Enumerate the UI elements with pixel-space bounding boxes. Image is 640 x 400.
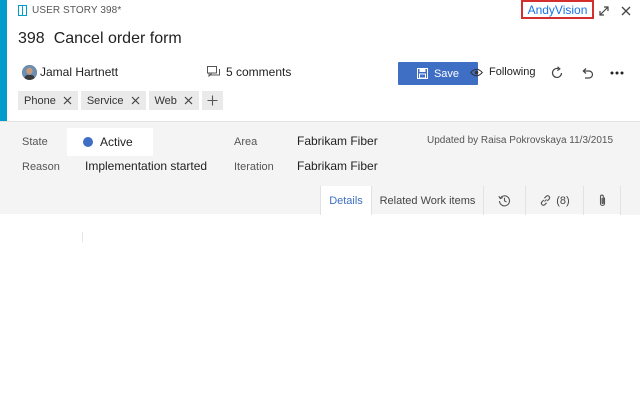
- expand-icon[interactable]: [597, 4, 611, 18]
- tag-label: Web: [154, 94, 177, 107]
- state-label: State: [22, 136, 48, 148]
- reason-value[interactable]: Implementation started: [85, 159, 207, 173]
- work-item-header: USER STORY 398* AndyVision 398 Cancel or…: [0, 0, 640, 121]
- tags-row: Phone Service Web: [18, 91, 223, 110]
- tag-phone[interactable]: Phone: [18, 91, 78, 110]
- tab-related-label: Related Work items: [379, 194, 476, 207]
- save-button-label: Save: [433, 67, 460, 80]
- link-icon: [541, 195, 551, 206]
- remove-tag-icon[interactable]: [184, 96, 194, 106]
- following-label: Following: [489, 66, 536, 78]
- work-item-type-label: USER STORY 398*: [32, 5, 122, 16]
- tag-label: Phone: [24, 94, 56, 107]
- state-color-dot: [83, 137, 93, 147]
- avatar[interactable]: [22, 65, 37, 80]
- tab-links[interactable]: (8): [525, 186, 583, 215]
- state-value: Active: [100, 135, 133, 149]
- iteration-label: Iteration: [234, 161, 274, 173]
- tabs-overflow-spacer: [620, 186, 640, 215]
- tag-label: Service: [86, 94, 124, 107]
- save-button[interactable]: Save: [398, 62, 478, 85]
- comments-count: 5 comments: [226, 65, 292, 79]
- text-cursor: [82, 232, 83, 242]
- remove-tag-icon[interactable]: [63, 96, 73, 106]
- tag-web[interactable]: Web: [148, 91, 199, 110]
- comments-link[interactable]: 5 comments: [207, 65, 291, 79]
- comments-icon: [207, 66, 220, 78]
- reason-label: Reason: [22, 161, 60, 173]
- work-item-fields: State Active Reason Implementation start…: [0, 121, 640, 215]
- add-tag-button[interactable]: [201, 91, 223, 110]
- state-dropdown[interactable]: Active: [67, 128, 153, 156]
- updated-by-text: Updated by Raisa Pokrovskaya 11/3/2015: [427, 135, 614, 146]
- close-icon[interactable]: [619, 4, 633, 18]
- work-item-type-row: USER STORY 398*: [18, 5, 121, 16]
- brand-label: AndyVision: [521, 0, 594, 19]
- links-count: (8): [556, 194, 570, 207]
- undo-icon[interactable]: [578, 64, 596, 82]
- work-item-title-text[interactable]: Cancel order form: [54, 30, 182, 48]
- paperclip-icon: [599, 194, 605, 207]
- book-icon: [18, 5, 27, 16]
- tab-details-label: Details: [329, 194, 363, 207]
- tab-related-work-items[interactable]: Related Work items: [371, 186, 483, 215]
- area-label: Area: [234, 136, 258, 148]
- plus-icon: [207, 95, 218, 106]
- refresh-icon[interactable]: [548, 64, 566, 82]
- save-icon: [416, 68, 428, 79]
- work-item-title[interactable]: 398 Cancel order form: [18, 30, 182, 48]
- iteration-value[interactable]: Fabrikam Fiber: [297, 159, 378, 173]
- tab-attachments[interactable]: [583, 186, 620, 215]
- history-icon: [498, 195, 511, 207]
- remove-tag-icon[interactable]: [131, 96, 141, 106]
- following-toggle[interactable]: Following: [470, 66, 535, 78]
- eye-icon: [470, 68, 483, 76]
- work-item-type-color-bar: [0, 0, 7, 121]
- meta-row: Jamal Hartnett 5 comments Save Following: [22, 62, 632, 85]
- more-actions-icon[interactable]: [608, 64, 626, 82]
- work-item-id: 398: [18, 30, 45, 47]
- assignee-name[interactable]: Jamal Hartnett: [40, 65, 118, 79]
- tab-details[interactable]: Details: [320, 186, 371, 215]
- tag-service[interactable]: Service: [80, 91, 146, 110]
- tab-history[interactable]: [483, 186, 525, 215]
- area-value[interactable]: Fabrikam Fiber: [297, 134, 378, 148]
- work-item-tabs: Details Related Work items (8): [320, 186, 640, 215]
